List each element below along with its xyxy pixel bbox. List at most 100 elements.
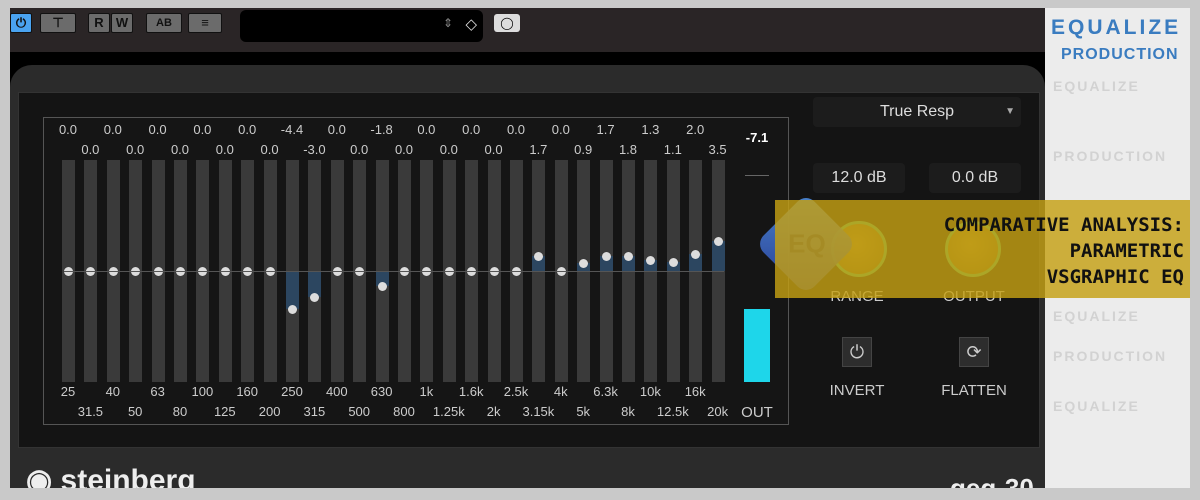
range-value[interactable]: 12.0 dB	[813, 163, 905, 193]
ab-compare-button[interactable]: AB	[146, 13, 182, 33]
band-frequency-label: 63	[150, 384, 165, 399]
watermark-subtitle: PRODUCTION	[1061, 46, 1179, 63]
title-banner: COMPARATIVE ANALYSIS: PARAMETRIC VSGRAPH…	[775, 200, 1190, 298]
mode-dropdown[interactable]: True Resp ▼	[813, 97, 1021, 127]
band-gain-value: 2.0	[686, 122, 705, 137]
band-gain-fill	[286, 271, 299, 309]
band-frequency-label: 50	[127, 404, 143, 419]
band-slider-handle[interactable]	[691, 249, 701, 259]
band-frequency-label: 125	[213, 404, 236, 419]
band-frequency-label: 25	[60, 384, 76, 399]
watermark-repeat: EQUALIZE	[1053, 398, 1140, 414]
diamond-icon[interactable]: ◇	[465, 15, 477, 33]
band-gain-value: 0.9	[574, 142, 593, 157]
band-frequency-label: 12.5k	[656, 404, 689, 419]
invert-label: INVERT	[829, 382, 885, 399]
band-frequency-label: 1.25k	[432, 404, 465, 419]
band-frequency-label: 2.5k	[503, 384, 529, 399]
write-button[interactable]: W	[111, 13, 133, 33]
band-frequency-label: 315	[303, 404, 326, 419]
band-gain-value: 1.7	[529, 142, 548, 157]
read-button[interactable]: R	[88, 13, 110, 33]
band-gain-value: 0.0	[506, 122, 526, 137]
band-slider-handle[interactable]	[288, 304, 297, 314]
band-frequency-label: 1.6k	[458, 384, 484, 399]
meter-peak-line	[745, 175, 769, 176]
band-slider-handle[interactable]	[601, 252, 611, 262]
steinberg-logo: ◉ steinberg	[26, 463, 196, 488]
power-icon: ⏻	[849, 342, 865, 362]
banner-line-1: COMPARATIVE ANALYSIS:	[943, 214, 1184, 236]
watermark-repeat: PRODUCTION	[1053, 148, 1168, 164]
band-gain-value: 0.0	[394, 142, 414, 157]
band-gain-value: 0.0	[215, 142, 234, 157]
band-frequency-label: 500	[348, 404, 371, 419]
band-frequency-label: 250	[281, 384, 303, 399]
watermark-repeat: EQUALIZE	[1053, 308, 1140, 324]
flatten-button[interactable]: ⟳	[959, 337, 989, 367]
band-gain-value: 0.0	[551, 122, 570, 137]
mode-value: True Resp	[879, 103, 955, 120]
band-gain-value: -3.0	[303, 142, 326, 157]
band-frequency-label: 3.15k	[522, 404, 555, 419]
band-gain-value: 0.0	[126, 142, 145, 157]
band-slider-handle[interactable]	[668, 257, 678, 267]
menu-button[interactable]: ≡	[188, 13, 222, 33]
band-gain-value: 1.1	[663, 142, 682, 157]
flatten-label: FLATTEN	[941, 382, 1007, 399]
band-gain-value: 0.0	[170, 142, 190, 157]
band-gain-value: 0.0	[148, 122, 167, 137]
band-gain-value: 0.0	[260, 142, 279, 157]
band-frequency-label: 5k	[576, 404, 591, 419]
band-frequency-label: 1k	[419, 384, 434, 399]
band-gain-value: 1.3	[641, 122, 660, 137]
band-frequency-label: 2k	[486, 404, 501, 419]
zero-line	[64, 271, 724, 272]
product-name: geq-30	[950, 473, 1034, 488]
band-frequency-label: 8k	[621, 404, 635, 419]
band-gain-value: 0.0	[58, 122, 78, 137]
band-frequency-label: 40	[105, 384, 121, 399]
band-gain-value: 0.0	[439, 142, 458, 157]
band-gain-value: 0.0	[103, 122, 122, 137]
band-sliders-area: 0.0 25 0.0 31.5 0.0 40 0.0 50 0.0 63 0.0 80 0.0 100 0.…	[43, 117, 789, 425]
band-frequency-label: 4k	[553, 384, 568, 399]
brand-name: steinberg	[60, 464, 196, 488]
plugin-window: ⏻ ⊤ R W AB ≡ ⇕ ◇ ◯ 0.0 25 0.0 31.5 0.0 40 0.0 5…	[10, 8, 1190, 488]
preset-selector[interactable]: ⇕ ◇	[240, 10, 483, 42]
output-value[interactable]: 0.0 dB	[929, 163, 1021, 193]
watermark-repeat: EQUALIZE	[1053, 78, 1140, 94]
band-slider-handle[interactable]	[624, 251, 633, 261]
band-gain-value: 1.7	[596, 122, 615, 137]
band-gain-value: 0.0	[462, 122, 481, 137]
toolbar: ⏻ ⊤ R W AB ≡ ⇕ ◇ ◯	[10, 8, 1045, 52]
refresh-icon: ⟳	[966, 342, 982, 362]
band-frequency-label: 800	[393, 404, 415, 419]
band-frequency-label: 630	[370, 384, 393, 399]
output-meter-bar	[744, 308, 770, 382]
band-gain-value: 3.5	[708, 142, 727, 157]
camera-icon[interactable]: ◯	[494, 14, 520, 32]
band-frequency-label: 10k	[639, 384, 661, 399]
band-frequency-label: 20k	[707, 404, 729, 419]
watermark-title: EQUALIZE	[1051, 16, 1182, 39]
band-gain-value: 0.0	[350, 142, 369, 157]
band-gain-value: -4.4	[280, 122, 304, 137]
invert-button[interactable]: ⏻	[842, 337, 872, 367]
band-gain-value: 1.8	[618, 142, 638, 157]
bypass-button[interactable]: ⊤	[40, 13, 76, 33]
band-gain-value: -1.8	[370, 122, 393, 137]
band-frequency-label: 80	[172, 404, 188, 419]
band-frequency-label: 400	[325, 384, 348, 399]
band-gain-value: 0.0	[484, 142, 503, 157]
band-gain-value: 0.0	[238, 122, 257, 137]
updown-arrows-icon[interactable]: ⇕	[443, 16, 453, 30]
banner-line-3: VSGRAPHIC EQ	[1046, 266, 1184, 288]
band-frequency-label: 100	[191, 384, 214, 399]
power-button[interactable]: ⏻	[10, 13, 32, 33]
band-frequency-label: 200	[258, 404, 281, 419]
band-gain-value: 0.0	[81, 142, 100, 157]
band-slider-handle[interactable]	[713, 236, 723, 246]
band-gain-value: 0.0	[327, 122, 346, 137]
output-peak-value: -7.1	[745, 130, 769, 145]
